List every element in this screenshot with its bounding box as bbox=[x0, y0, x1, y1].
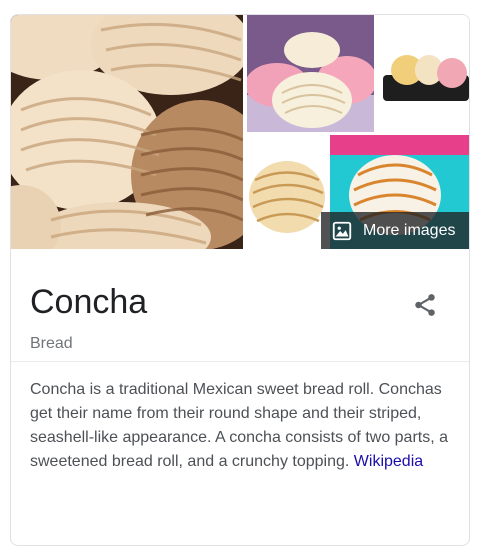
share-icon bbox=[415, 294, 435, 316]
entity-subtitle: Bread bbox=[30, 335, 73, 352]
entity-title: Concha bbox=[30, 283, 148, 321]
more-images-button[interactable]: More images bbox=[321, 212, 469, 249]
more-images-label: More images bbox=[363, 221, 456, 239]
gallery-image-2[interactable] bbox=[247, 15, 374, 132]
share-button[interactable] bbox=[409, 289, 441, 321]
knowledge-panel: More images Concha Bread Concha is a tra… bbox=[10, 14, 470, 546]
source-link[interactable]: Wikipedia bbox=[354, 453, 423, 470]
gallery-image-4[interactable] bbox=[247, 135, 327, 249]
gallery-image-3[interactable] bbox=[377, 15, 469, 132]
panel-header: Concha Bread bbox=[11, 249, 469, 362]
entity-description: Concha is a traditional Mexican sweet br… bbox=[11, 362, 469, 474]
image-icon bbox=[332, 221, 352, 240]
image-gallery: More images bbox=[11, 15, 469, 249]
gallery-image-main[interactable] bbox=[11, 15, 243, 249]
